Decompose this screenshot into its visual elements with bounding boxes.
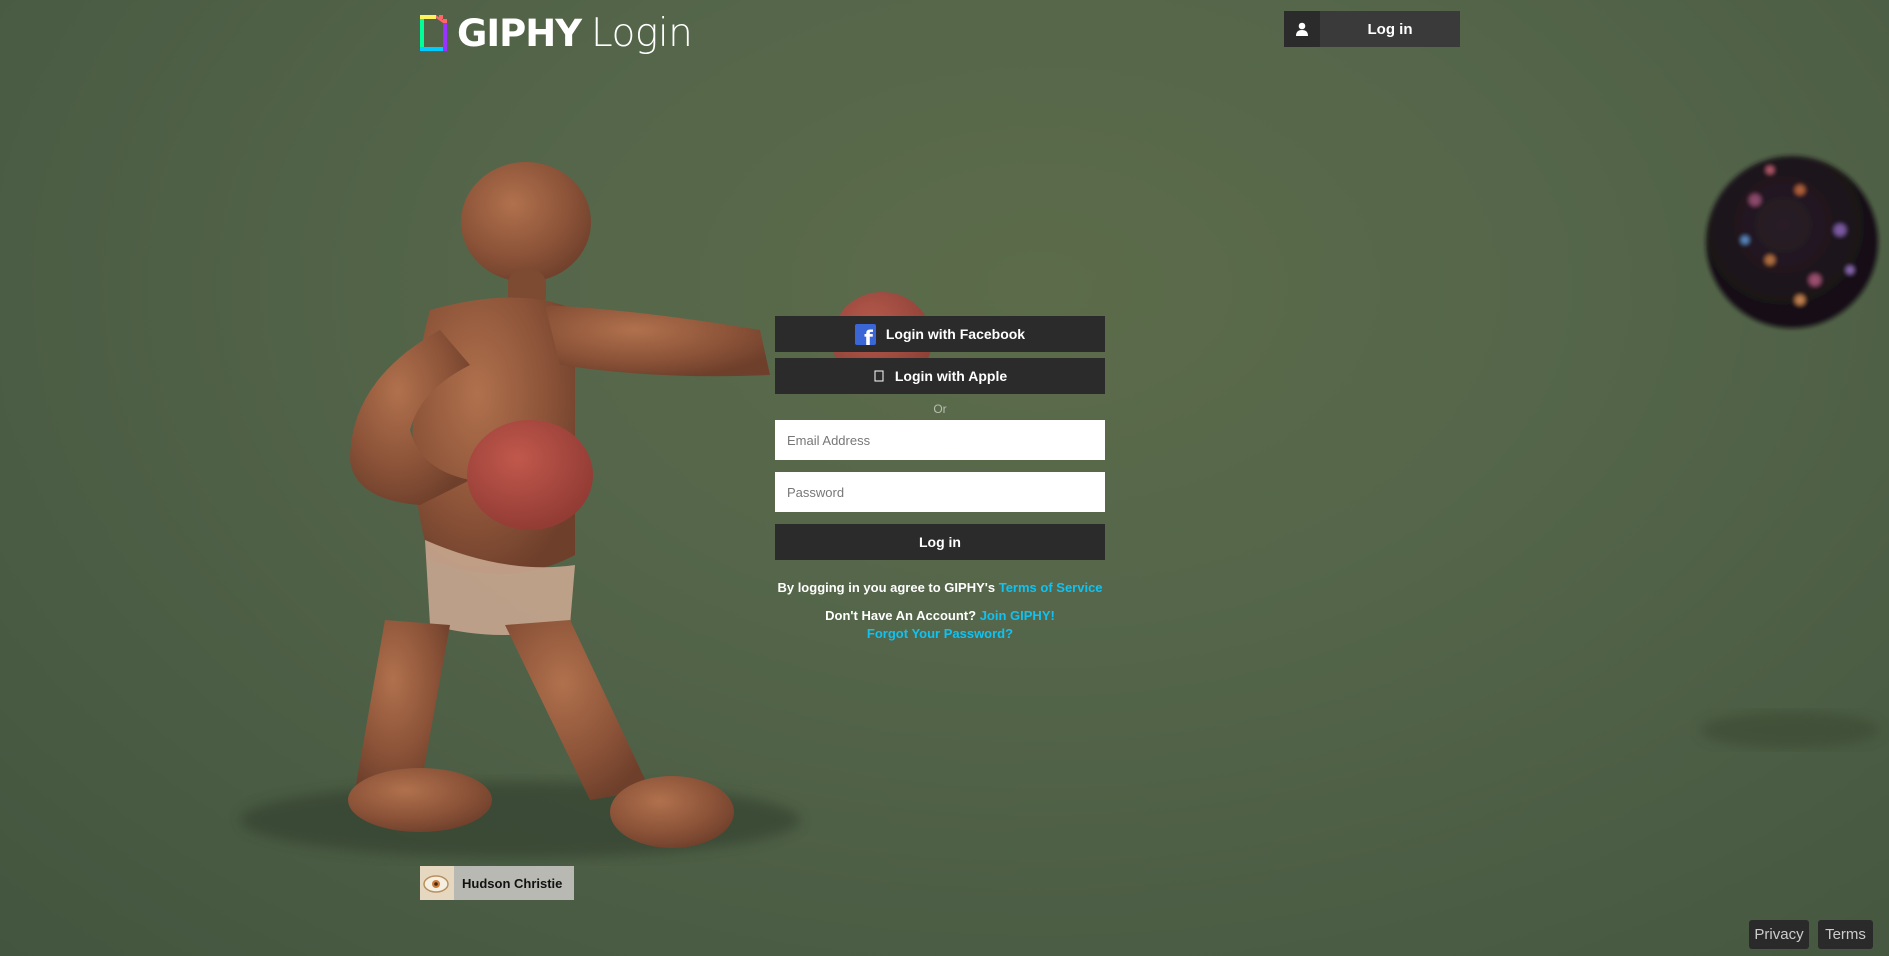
avatar	[420, 866, 454, 900]
terms-of-service-link[interactable]: Terms of Service	[999, 580, 1103, 595]
attribution-name: Hudson Christie	[462, 875, 563, 891]
password-input[interactable]	[775, 472, 1105, 512]
terms-link[interactable]: Terms	[1818, 920, 1873, 949]
page-title: Login	[591, 10, 693, 56]
no-account-text: Don't Have An Account?	[825, 608, 977, 623]
terms-agreement: By logging in you agree to GIPHY's Terms…	[775, 580, 1105, 595]
user-icon	[1284, 11, 1320, 47]
apple-login-label: Login with Apple	[894, 368, 1008, 384]
facebook-login-label: Login with Facebook	[885, 326, 1026, 342]
header-login-label: Log in	[1367, 20, 1413, 38]
gif-attribution[interactable]: Hudson Christie	[420, 866, 574, 900]
facebook-icon: f	[854, 323, 876, 345]
forgot-password-link[interactable]: Forgot Your Password?	[867, 626, 1013, 641]
giphy-logo-icon	[420, 15, 447, 51]
login-submit-label: Log in	[919, 534, 961, 550]
facebook-login-button[interactable]: f Login with Facebook	[775, 316, 1105, 352]
giphy-logo[interactable]: GIPHY Login	[420, 10, 693, 56]
header-login-button[interactable]: Log in	[1284, 11, 1460, 47]
login-submit-button[interactable]: Log in	[775, 524, 1105, 560]
email-input[interactable]	[775, 420, 1105, 460]
apple-icon	[873, 369, 885, 383]
signup-section: Don't Have An Account? Join GIPHY! Forgo…	[775, 607, 1105, 643]
apple-login-button[interactable]: Login with Apple	[775, 358, 1105, 394]
spiky-ball	[1706, 156, 1878, 328]
or-divider: Or	[933, 402, 947, 416]
login-form: f Login with Facebook Login with Apple O…	[775, 316, 1105, 643]
brand-name: GIPHY	[457, 11, 582, 55]
privacy-link[interactable]: Privacy	[1749, 920, 1809, 949]
join-giphy-link[interactable]: Join GIPHY!	[980, 608, 1055, 623]
agree-text: By logging in you agree to GIPHY's	[777, 580, 996, 595]
